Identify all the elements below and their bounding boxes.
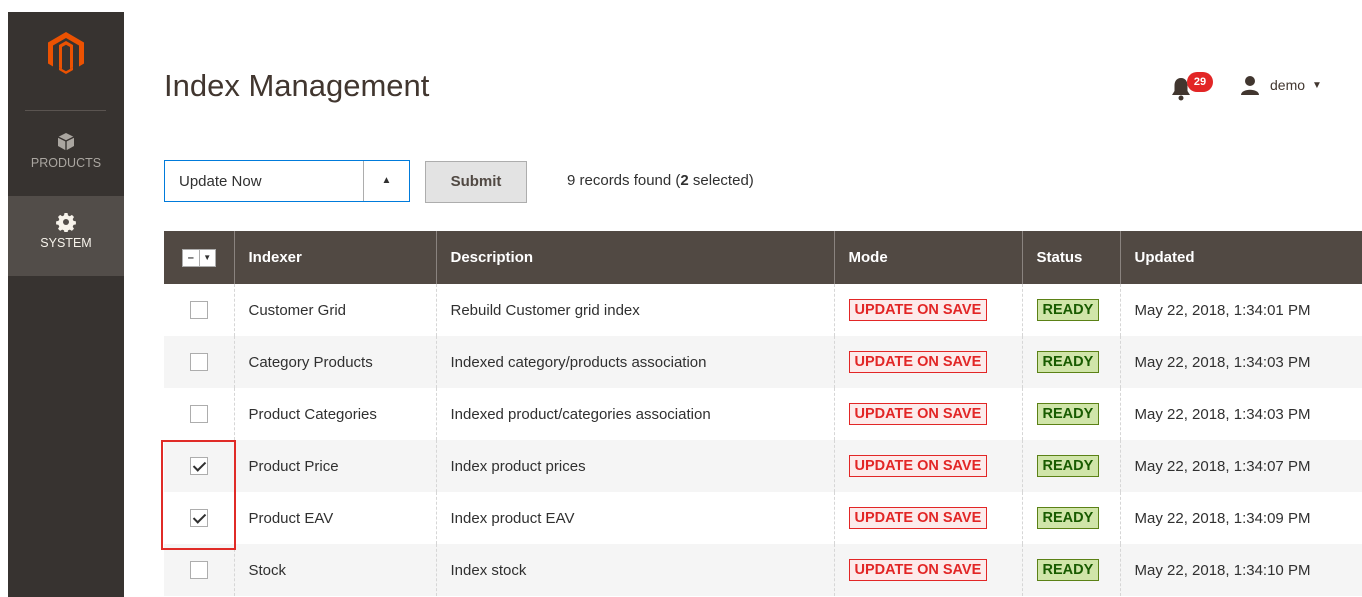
row-checkbox-cell xyxy=(164,336,234,388)
submit-button[interactable]: Submit xyxy=(425,161,527,203)
table-row: Category Products Indexed category/produ… xyxy=(164,336,1362,388)
indexer-grid: – ▼ Indexer Description Mode Status Updat… xyxy=(164,231,1362,596)
status-badge: READY xyxy=(1036,299,1100,321)
indexer-cell: Product Price xyxy=(233,440,436,492)
records-prefix: 9 records found ( xyxy=(567,172,681,189)
indexer-cell: Customer Grid xyxy=(233,284,436,336)
description-cell: Index product prices xyxy=(435,440,834,492)
row-checkbox-cell xyxy=(164,388,234,440)
mode-cell: UPDATE ON SAVE xyxy=(833,440,1022,492)
updated-cell: May 22, 2018, 1:34:01 PM xyxy=(1119,284,1362,336)
updated-cell: May 22, 2018, 1:34:10 PM xyxy=(1119,544,1362,596)
updated-cell: May 22, 2018, 1:34:03 PM xyxy=(1119,336,1362,388)
status-badge: READY xyxy=(1036,559,1100,581)
sidebar-item-label: SYSTEM xyxy=(40,236,92,250)
description-cell: Indexed product/categories association xyxy=(435,388,834,440)
mass-select-symbol: – xyxy=(187,252,194,264)
user-name: demo xyxy=(1270,77,1306,93)
sidebar-item-products[interactable]: PRODUCTS xyxy=(8,116,124,196)
grid-header-row: – ▼ Indexer Description Mode Status Updat… xyxy=(164,231,1362,284)
column-header-updated[interactable]: Updated xyxy=(1119,231,1362,284)
status-cell: READY xyxy=(1021,492,1120,544)
status-badge: READY xyxy=(1036,351,1100,373)
mass-select-control[interactable]: – ▼ xyxy=(181,249,216,267)
status-cell: READY xyxy=(1021,388,1120,440)
magento-logo-icon[interactable] xyxy=(48,32,84,74)
description-cell: Indexed category/products association xyxy=(435,336,834,388)
mode-cell: UPDATE ON SAVE xyxy=(833,388,1022,440)
column-header-indexer[interactable]: Indexer xyxy=(233,231,436,284)
column-header-mode[interactable]: Mode xyxy=(833,231,1022,284)
records-selected-count: 2 xyxy=(680,172,689,189)
status-cell: READY xyxy=(1021,544,1120,596)
updated-cell: May 22, 2018, 1:34:07 PM xyxy=(1119,440,1362,492)
mode-badge: UPDATE ON SAVE xyxy=(848,299,988,321)
records-suffix: selected) xyxy=(688,172,754,189)
table-row: Product EAV Index product EAV UPDATE ON … xyxy=(164,492,1362,544)
sidebar-separator xyxy=(25,110,106,111)
row-checkbox-cell xyxy=(164,492,234,544)
updated-cell: May 22, 2018, 1:34:03 PM xyxy=(1119,388,1362,440)
user-icon xyxy=(1241,76,1259,95)
user-account-menu[interactable]: demo ▼ xyxy=(1240,74,1322,96)
chevron-down-icon[interactable]: ▼ xyxy=(198,250,215,266)
row-checkbox[interactable] xyxy=(189,353,208,372)
description-cell: Index stock xyxy=(435,544,834,596)
caret-up-icon[interactable]: ▲ xyxy=(363,161,409,201)
indexer-cell: Product EAV xyxy=(233,492,436,544)
status-badge: READY xyxy=(1036,507,1100,529)
table-row: Product Categories Indexed product/categ… xyxy=(164,388,1362,440)
indexer-cell: Product Categories xyxy=(233,388,436,440)
row-checkbox[interactable] xyxy=(189,561,208,580)
mode-cell: UPDATE ON SAVE xyxy=(833,544,1022,596)
records-found-text: 9 records found (2 selected) xyxy=(567,172,754,189)
mass-select-header[interactable]: – ▼ xyxy=(164,231,234,284)
mode-badge: UPDATE ON SAVE xyxy=(848,403,988,425)
status-badge: READY xyxy=(1036,455,1100,477)
page-title: Index Management xyxy=(164,68,430,103)
column-header-status[interactable]: Status xyxy=(1021,231,1120,284)
sidebar-item-label: PRODUCTS xyxy=(30,156,102,170)
row-checkbox-cell xyxy=(164,544,234,596)
row-checkbox-cell xyxy=(164,284,234,336)
mode-badge: UPDATE ON SAVE xyxy=(848,507,988,529)
row-checkbox-checked[interactable] xyxy=(189,457,208,476)
status-cell: READY xyxy=(1021,336,1120,388)
row-checkbox[interactable] xyxy=(189,405,208,424)
indexer-cell: Stock xyxy=(233,544,436,596)
caret-down-icon: ▼ xyxy=(1312,79,1322,91)
mode-badge: UPDATE ON SAVE xyxy=(848,351,988,373)
mode-badge: UPDATE ON SAVE xyxy=(848,455,988,477)
gear-icon xyxy=(56,213,76,232)
mass-action-value: Update Now xyxy=(179,173,262,190)
sidebar-item-system[interactable]: SYSTEM xyxy=(8,196,124,276)
updated-cell: May 22, 2018, 1:34:09 PM xyxy=(1119,492,1362,544)
page: PRODUCTS SYSTEM Index Management 29 demo… xyxy=(0,0,1362,597)
left-edge xyxy=(0,0,8,597)
description-cell: Rebuild Customer grid index xyxy=(435,284,834,336)
box-icon xyxy=(57,133,75,151)
notifications-button[interactable]: 29 xyxy=(1170,72,1220,102)
mode-cell: UPDATE ON SAVE xyxy=(833,492,1022,544)
status-badge: READY xyxy=(1036,403,1100,425)
column-header-description[interactable]: Description xyxy=(435,231,834,284)
mode-cell: UPDATE ON SAVE xyxy=(833,336,1022,388)
notification-count-badge: 29 xyxy=(1187,72,1213,92)
admin-sidebar: PRODUCTS SYSTEM xyxy=(8,12,124,597)
indexer-cell: Category Products xyxy=(233,336,436,388)
mass-action-select[interactable]: Update Now ▲ xyxy=(164,160,410,202)
table-row: Stock Index stock UPDATE ON SAVE READY M… xyxy=(164,544,1362,596)
mode-badge: UPDATE ON SAVE xyxy=(848,559,988,581)
mode-cell: UPDATE ON SAVE xyxy=(833,284,1022,336)
table-row: Product Price Index product prices UPDAT… xyxy=(164,440,1362,492)
status-cell: READY xyxy=(1021,440,1120,492)
row-checkbox-checked[interactable] xyxy=(189,509,208,528)
status-cell: READY xyxy=(1021,284,1120,336)
description-cell: Index product EAV xyxy=(435,492,834,544)
table-row: Customer Grid Rebuild Customer grid inde… xyxy=(164,284,1362,336)
row-checkbox[interactable] xyxy=(189,301,208,320)
row-checkbox-cell xyxy=(164,440,234,492)
